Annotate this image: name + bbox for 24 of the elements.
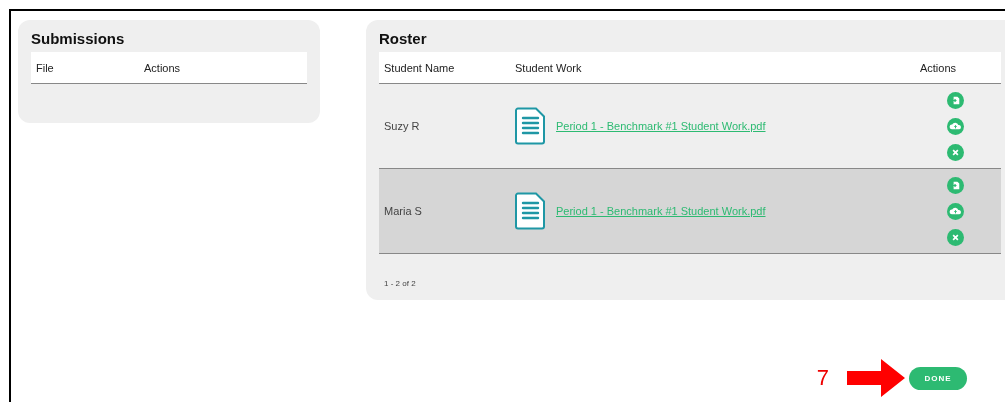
document-icon [515, 192, 546, 230]
column-header: File [35, 61, 55, 74]
student-name: Suzy R [383, 120, 421, 132]
table-row[interactable]: Maria S Period 1 - Benchmark #1 Student Work.pdf [379, 169, 1001, 254]
card-title: Roster [379, 30, 428, 48]
arrow-icon [847, 359, 905, 397]
cloud-upload-icon[interactable] [946, 117, 964, 135]
close-icon[interactable] [946, 143, 964, 161]
file-link[interactable]: Period 1 - Benchmark #1 Student Work.pdf [556, 120, 766, 132]
pagination-text: 1 - 2 of 2 [383, 279, 417, 288]
card-title: Submissions [31, 30, 126, 48]
column-header: Actions [918, 61, 957, 74]
done-button[interactable]: DONE [909, 366, 967, 390]
file-import-icon[interactable] [946, 91, 964, 109]
student-name: Maria S [383, 205, 423, 217]
file-link[interactable]: Period 1 - Benchmark #1 Student Work.pdf [556, 205, 766, 217]
step-number: 7 [816, 365, 829, 391]
document-icon [515, 107, 546, 145]
file-import-icon[interactable] [946, 176, 964, 194]
column-header: Student Name [383, 61, 456, 74]
close-icon[interactable] [946, 228, 964, 246]
column-header: Student Work [514, 61, 583, 74]
column-header: Actions [144, 61, 181, 74]
cloud-upload-icon[interactable] [946, 202, 964, 220]
